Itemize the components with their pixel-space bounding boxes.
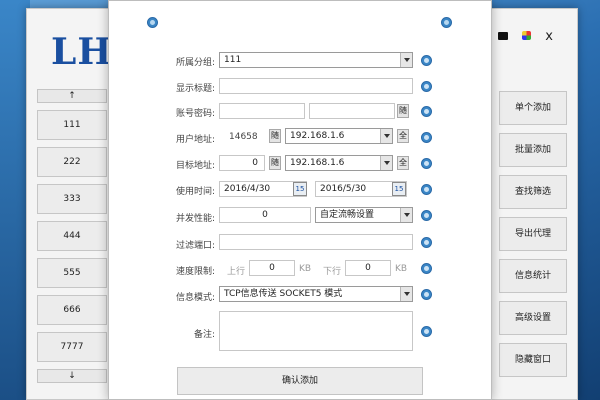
- calendar-icon[interactable]: 15: [293, 182, 307, 196]
- help-icon[interactable]: [421, 184, 432, 195]
- group-item[interactable]: 7777: [37, 332, 107, 362]
- close-button[interactable]: x: [545, 29, 553, 44]
- calendar-icon[interactable]: 15: [392, 182, 406, 196]
- info-mode-label: 信息模式:: [175, 293, 215, 303]
- group-item[interactable]: 444: [37, 221, 107, 251]
- note-textarea[interactable]: [219, 311, 413, 351]
- help-icon[interactable]: [421, 158, 432, 169]
- add-dialog: 所属分组: 111 显示标题: 账号密码: 随 用户地址: 14658 随 19…: [108, 0, 492, 400]
- upload-label: 上行: [227, 267, 246, 277]
- help-icon[interactable]: [421, 132, 432, 143]
- account-label: 账号密码:: [175, 109, 215, 119]
- user-port-value[interactable]: 14658: [229, 132, 258, 142]
- hide-window-button[interactable]: 隐藏窗口: [499, 343, 567, 377]
- random-user-port-button[interactable]: 随: [269, 129, 281, 143]
- concurrency-label: 并发性能:: [175, 214, 215, 224]
- info-mode-select[interactable]: TCP信息传送 SOCKET5 模式: [219, 286, 413, 302]
- single-add-button[interactable]: 单个添加: [499, 91, 567, 125]
- scroll-down-button[interactable]: ↓: [37, 369, 107, 383]
- chevron-down-icon: [380, 129, 392, 143]
- help-icon[interactable]: [421, 81, 432, 92]
- dialog-app-icon: [147, 17, 158, 28]
- help-icon[interactable]: [421, 210, 432, 221]
- group-item[interactable]: 111: [37, 110, 107, 140]
- upload-limit-input[interactable]: 0: [249, 260, 295, 276]
- filter-port-label: 过滤端口:: [175, 241, 215, 251]
- statistics-button[interactable]: 信息统计: [499, 259, 567, 293]
- search-filter-button[interactable]: 查找筛选: [499, 175, 567, 209]
- filter-port-input[interactable]: [219, 234, 413, 250]
- dialog-close-icon[interactable]: [441, 17, 452, 28]
- export-proxy-button[interactable]: 导出代理: [499, 217, 567, 251]
- user-ip-select[interactable]: 192.168.1.6: [285, 128, 393, 144]
- title-input[interactable]: [219, 78, 413, 94]
- group-select-value: 111: [224, 55, 242, 65]
- chevron-down-icon: [400, 53, 412, 67]
- target-addr-label: 目标地址:: [175, 161, 215, 171]
- group-item[interactable]: 222: [37, 147, 107, 177]
- chevron-down-icon: [400, 208, 412, 222]
- user-ip-value: 192.168.1.6: [290, 131, 345, 141]
- help-icon[interactable]: [421, 55, 432, 66]
- group-label: 所属分组:: [175, 58, 215, 68]
- all-user-ip-button[interactable]: 全: [397, 129, 409, 143]
- user-addr-label: 用户地址:: [175, 135, 215, 145]
- target-port-input[interactable]: 0: [219, 155, 265, 171]
- random-target-port-button[interactable]: 随: [269, 156, 281, 170]
- advanced-settings-button[interactable]: 高级设置: [499, 301, 567, 335]
- chevron-down-icon: [400, 287, 412, 301]
- action-panel: 单个添加 批量添加 查找筛选 导出代理 信息统计 高级设置 隐藏窗口: [499, 91, 569, 385]
- help-icon[interactable]: [421, 289, 432, 300]
- help-icon[interactable]: [421, 106, 432, 117]
- group-select[interactable]: 111: [219, 52, 413, 68]
- concurrency-input[interactable]: 0: [219, 207, 311, 223]
- upload-unit: KB: [299, 264, 312, 274]
- info-mode-value: TCP信息传送 SOCKET5 模式: [224, 289, 343, 299]
- group-list: ↑ 111 222 333 444 555 666 7777 ↓: [37, 89, 111, 383]
- group-item[interactable]: 666: [37, 295, 107, 325]
- help-icon[interactable]: [421, 326, 432, 337]
- title-label: 显示标题:: [175, 84, 215, 94]
- concurrency-mode-value: 自定流畅设置: [320, 210, 375, 220]
- chevron-down-icon: [380, 156, 392, 170]
- color-palette-icon[interactable]: [522, 31, 532, 40]
- speed-label: 速度限制:: [175, 267, 215, 277]
- group-item[interactable]: 333: [37, 184, 107, 214]
- username-input[interactable]: [219, 103, 305, 119]
- skin-icon[interactable]: [498, 32, 509, 40]
- scroll-up-button[interactable]: ↑: [37, 89, 107, 103]
- window-controls: x: [488, 29, 553, 44]
- download-unit: KB: [395, 264, 408, 274]
- help-icon[interactable]: [421, 263, 432, 274]
- time-label: 使用时间:: [175, 187, 215, 197]
- target-ip-value: 192.168.1.6: [290, 158, 345, 168]
- help-icon[interactable]: [421, 237, 432, 248]
- app-logo: LH: [51, 31, 113, 73]
- note-label: 备注:: [193, 330, 215, 340]
- confirm-add-button[interactable]: 确认添加: [177, 367, 423, 395]
- random-account-button[interactable]: 随: [397, 104, 409, 118]
- batch-add-button[interactable]: 批量添加: [499, 133, 567, 167]
- concurrency-mode-select[interactable]: 自定流畅设置: [315, 207, 413, 223]
- download-limit-input[interactable]: 0: [345, 260, 391, 276]
- all-target-ip-button[interactable]: 全: [397, 156, 409, 170]
- target-ip-select[interactable]: 192.168.1.6: [285, 155, 393, 171]
- download-label: 下行: [323, 267, 342, 277]
- password-input[interactable]: [309, 103, 395, 119]
- group-item[interactable]: 555: [37, 258, 107, 288]
